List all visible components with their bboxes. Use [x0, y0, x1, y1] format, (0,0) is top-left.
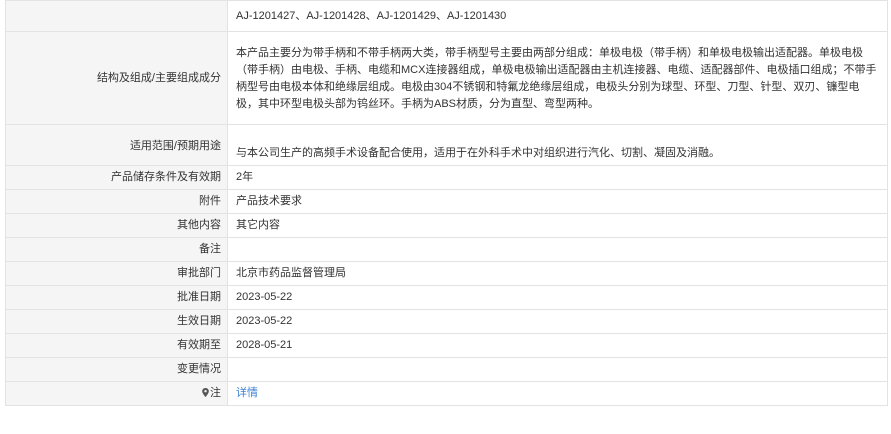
details-link[interactable]: 详情 — [236, 387, 258, 399]
attachment-value: 产品技术要求 — [227, 189, 888, 214]
table-row-attachment: 附件 产品技术要求 — [5, 189, 888, 214]
table-row-effective-date: 生效日期 2023-05-22 — [5, 309, 888, 334]
other-value: 其它内容 — [227, 213, 888, 238]
row-label: 变更情况 — [5, 357, 228, 382]
row-label: 审批部门 — [5, 261, 228, 286]
table-row-other: 其他内容 其它内容 — [5, 213, 888, 238]
table-row-scope: 适用范围/预期用途 与本公司生产的高频手术设备配合使用，适用于在外科手术中对组织… — [5, 124, 888, 166]
registration-detail-table: AJ-1201427、AJ-1201428、AJ-1201429、AJ-1201… — [5, 0, 888, 406]
table-row-note: 注 详情 — [5, 381, 888, 406]
row-label: 结构及组成/主要组成成分 — [5, 31, 228, 125]
row-label: 适用范围/预期用途 — [5, 124, 228, 166]
approve-date-value: 2023-05-22 — [227, 285, 888, 310]
row-label — [5, 0, 228, 32]
row-label: 有效期至 — [5, 333, 228, 358]
scope-value: 与本公司生产的高频手术设备配合使用，适用于在外科手术中对组织进行汽化、切割、凝固… — [227, 124, 888, 166]
location-pin-icon — [202, 388, 209, 397]
storage-value: 2年 — [227, 165, 888, 190]
table-row-storage: 产品储存条件及有效期 2年 — [5, 165, 888, 190]
table-row-dept: 审批部门 北京市药品监督管理局 — [5, 261, 888, 286]
structure-value: 本产品主要分为带手柄和不带手柄两大类，带手柄型号主要由两部分组成：单极电极（带手… — [227, 31, 888, 125]
table-row-approve-date: 批准日期 2023-05-22 — [5, 285, 888, 310]
note-label-cell: 注 — [5, 381, 228, 406]
row-label: 生效日期 — [5, 309, 228, 334]
row-label: 批准日期 — [5, 285, 228, 310]
row-label: 产品储存条件及有效期 — [5, 165, 228, 190]
table-row-expire: 有效期至 2028-05-21 — [5, 333, 888, 358]
row-label: 备注 — [5, 237, 228, 262]
note-value-cell: 详情 — [227, 381, 888, 406]
table-row-change: 变更情况 — [5, 357, 888, 382]
table-row-model-cont: AJ-1201427、AJ-1201428、AJ-1201429、AJ-1201… — [5, 0, 888, 32]
row-label: 注 — [210, 387, 221, 399]
model-number-value: AJ-1201427、AJ-1201428、AJ-1201429、AJ-1201… — [227, 0, 888, 32]
row-label: 附件 — [5, 189, 228, 214]
effective-date-value: 2023-05-22 — [227, 309, 888, 334]
remark-value — [227, 237, 888, 262]
dept-value: 北京市药品监督管理局 — [227, 261, 888, 286]
row-label: 其他内容 — [5, 213, 228, 238]
table-row-structure: 结构及组成/主要组成成分 本产品主要分为带手柄和不带手柄两大类，带手柄型号主要由… — [5, 31, 888, 125]
expire-value: 2028-05-21 — [227, 333, 888, 358]
table-row-remark: 备注 — [5, 237, 888, 262]
change-value — [227, 357, 888, 382]
